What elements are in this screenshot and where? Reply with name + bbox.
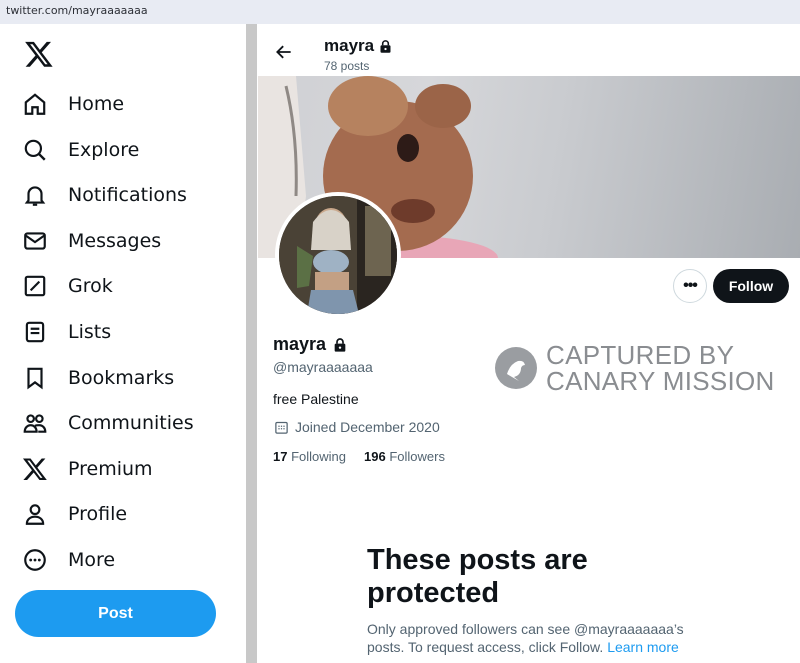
protected-description: Only approved followers can see @mayraaa… xyxy=(367,620,697,656)
protected-title: These posts are protected xyxy=(367,544,588,609)
browser-url-bar[interactable]: twitter.com/mayraaaaaaa xyxy=(0,0,800,24)
followers-count: 196 xyxy=(364,449,386,464)
lock-icon xyxy=(334,337,346,352)
sidebar-item-label: Lists xyxy=(68,321,112,343)
post-count: 78 posts xyxy=(324,59,370,73)
sidebar-item-label: Profile xyxy=(68,503,128,525)
sidebar-item-messages[interactable]: Messages xyxy=(22,221,161,261)
learn-more-link[interactable]: Learn more xyxy=(607,639,679,655)
bookmark-icon xyxy=(27,367,43,390)
post-button[interactable]: Post xyxy=(15,590,216,637)
sidebar-item-label: Messages xyxy=(68,230,162,252)
profile-main: mayra 78 posts ••• Follow mayra @mayraaa… xyxy=(258,24,800,663)
sidebar-item-lists[interactable]: Lists xyxy=(22,312,111,352)
following-count: 17 xyxy=(273,449,288,464)
sidebar-item-home[interactable]: Home xyxy=(22,84,124,124)
list-icon xyxy=(25,321,45,343)
sidebar-item-label: Notifications xyxy=(68,184,187,206)
sidebar: Home Explore Notifications Messages Grok… xyxy=(0,24,246,663)
back-arrow-icon[interactable] xyxy=(274,42,294,62)
profile-name: mayra xyxy=(273,334,348,355)
profile-bio: free Palestine xyxy=(273,391,359,407)
profile-name-text: mayra xyxy=(273,334,327,354)
sidebar-item-more[interactable]: More xyxy=(22,540,115,580)
profile-joined: Joined December 2020 xyxy=(274,419,440,435)
more-circle-icon xyxy=(24,549,46,571)
sidebar-item-label: Grok xyxy=(68,275,113,297)
person-icon xyxy=(25,504,45,525)
sidebar-item-label: Communities xyxy=(68,412,194,434)
watermark: CAPTURED BY CANARY MISSION xyxy=(494,342,775,394)
sidebar-item-notifications[interactable]: Notifications xyxy=(22,175,187,215)
communities-icon xyxy=(23,414,47,433)
profile-handle: @mayraaaaaaa xyxy=(273,359,373,375)
more-options-button[interactable]: ••• xyxy=(673,269,707,303)
following-link[interactable]: 17 Following xyxy=(273,449,346,464)
x-logo-icon xyxy=(22,458,47,481)
header-title: mayra xyxy=(324,36,393,56)
scrollbar[interactable] xyxy=(246,24,257,663)
sidebar-item-label: Home xyxy=(68,93,125,115)
joined-date: Joined December 2020 xyxy=(295,419,440,435)
sidebar-item-label: Explore xyxy=(68,139,140,161)
search-icon xyxy=(24,139,46,161)
following-label: Following xyxy=(291,449,347,464)
header-name: mayra xyxy=(324,36,375,55)
sidebar-item-communities[interactable]: Communities xyxy=(22,403,194,443)
sidebar-item-profile[interactable]: Profile xyxy=(22,494,127,534)
sidebar-item-label: Bookmarks xyxy=(68,367,175,389)
url-text: twitter.com/mayraaaaaaa xyxy=(6,4,148,17)
sidebar-item-explore[interactable]: Explore xyxy=(22,130,139,170)
sidebar-item-bookmarks[interactable]: Bookmarks xyxy=(22,358,174,398)
sidebar-item-premium[interactable]: Premium xyxy=(22,449,153,489)
envelope-icon xyxy=(24,232,46,250)
x-logo-icon[interactable] xyxy=(24,39,54,69)
lock-icon xyxy=(380,39,391,53)
watermark-line-2: CANARY MISSION xyxy=(546,366,775,396)
home-icon xyxy=(24,93,46,115)
sidebar-item-label: More xyxy=(68,549,116,571)
avatar[interactable] xyxy=(275,192,401,318)
watermark-line-1: CAPTURED BY xyxy=(546,340,735,370)
grok-icon xyxy=(24,275,46,297)
follow-button[interactable]: Follow xyxy=(713,269,789,303)
sidebar-item-label: Premium xyxy=(68,458,153,480)
sidebar-item-grok[interactable]: Grok xyxy=(22,266,113,306)
canary-logo-icon xyxy=(495,347,537,389)
followers-label: Followers xyxy=(389,449,445,464)
followers-link[interactable]: 196 Followers xyxy=(364,449,445,464)
bell-icon xyxy=(24,186,46,206)
calendar-icon xyxy=(275,421,288,434)
profile-stats: 17 Following 196 Followers xyxy=(273,449,445,464)
